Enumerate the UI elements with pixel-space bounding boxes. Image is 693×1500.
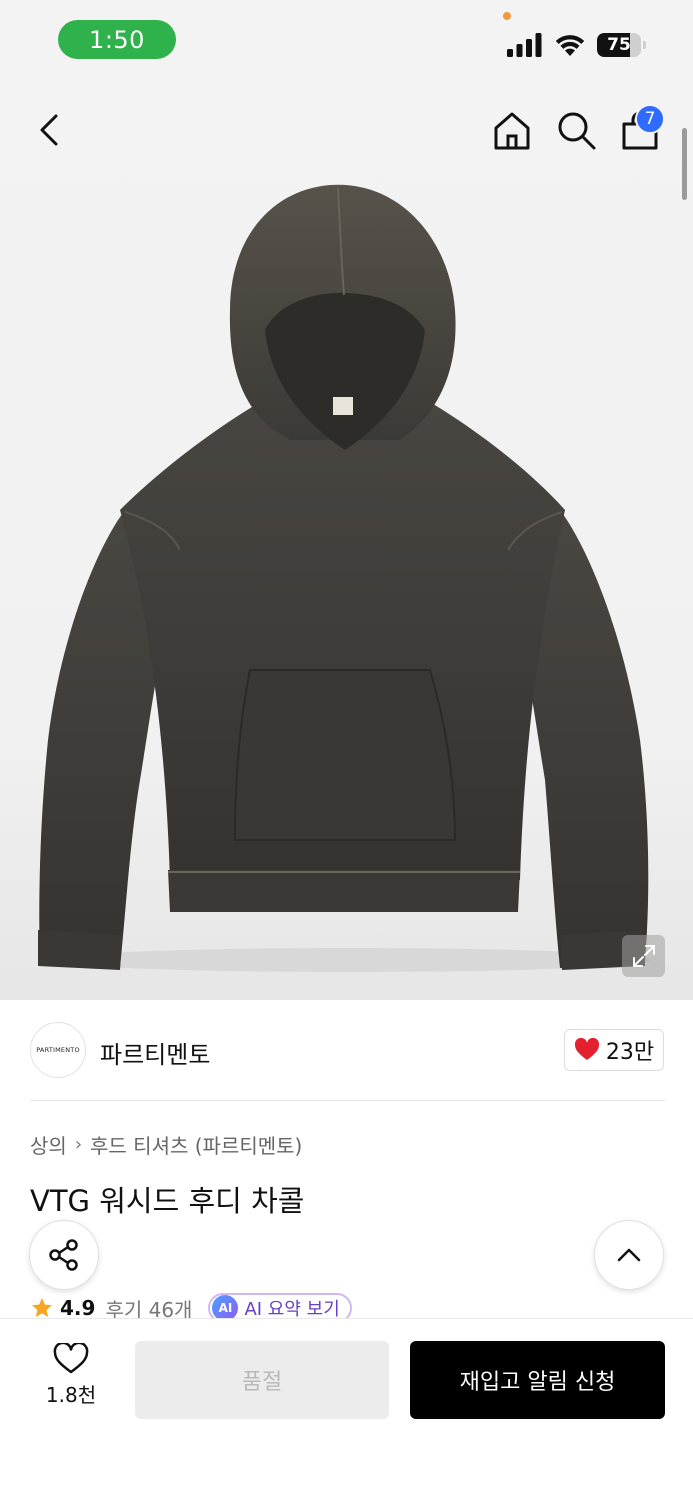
product-image [38, 184, 650, 972]
brand-logo[interactable]: PARTIMENTO [30, 1022, 86, 1078]
brand-like-count: 23만 [605, 1040, 655, 1065]
wifi-icon [555, 35, 585, 56]
breadcrumb: 상의 › 후드 티셔츠 (파르티멘토) [30, 1130, 302, 1159]
breadcrumb-item-category[interactable]: 상의 [30, 1130, 67, 1159]
brand-like-button[interactable]: 23만 [564, 1029, 664, 1071]
chevron-up-icon [617, 1248, 641, 1262]
breadcrumb-item-subcategory[interactable]: 후드 티셔츠 (파르티멘토) [90, 1130, 302, 1159]
cart-count-badge: 7 [635, 104, 665, 134]
privacy-indicator-dot [503, 12, 511, 20]
product-title: VTG 워시드 후디 차콜 [30, 1184, 305, 1218]
battery-percent: 75 [607, 35, 631, 55]
soldout-button[interactable]: 품절 [135, 1341, 389, 1419]
back-button[interactable] [30, 108, 70, 152]
scroll-to-top-button[interactable] [594, 1220, 664, 1290]
wishlist-count: 1.8천 [45, 1383, 97, 1407]
rating-value: 4.9 [60, 1296, 96, 1320]
home-icon[interactable] [490, 108, 534, 152]
status-bar: 1:50 75 [0, 0, 693, 80]
share-button[interactable] [29, 1220, 99, 1290]
chevron-right-icon: › [74, 1134, 83, 1155]
cellular-signal-icon [507, 33, 542, 57]
scrollbar[interactable] [682, 128, 687, 200]
restock-alert-button[interactable]: 재입고 알림 신청 [410, 1341, 665, 1419]
heart-icon [574, 1038, 599, 1060]
status-time: 1:50 [58, 20, 176, 59]
brand-name[interactable]: 파르티멘토 [100, 1035, 210, 1070]
brand-row[interactable]: PARTIMENTO 파르티멘토 23만 [0, 1000, 693, 1100]
share-icon [49, 1239, 78, 1271]
wishlist-button[interactable]: 1.8천 [30, 1343, 112, 1413]
search-icon[interactable] [554, 108, 598, 152]
star-icon [32, 1298, 52, 1317]
bottom-action-bar: 1.8천 품절 재입고 알림 신청 [0, 1318, 693, 1500]
expand-image-button[interactable] [622, 935, 665, 977]
heart-outline-icon [53, 1343, 89, 1374]
expand-icon [632, 945, 655, 967]
battery-indicator: 75 [597, 33, 647, 57]
product-image-area[interactable]: 7 [0, 80, 693, 1000]
divider [30, 1100, 665, 1101]
